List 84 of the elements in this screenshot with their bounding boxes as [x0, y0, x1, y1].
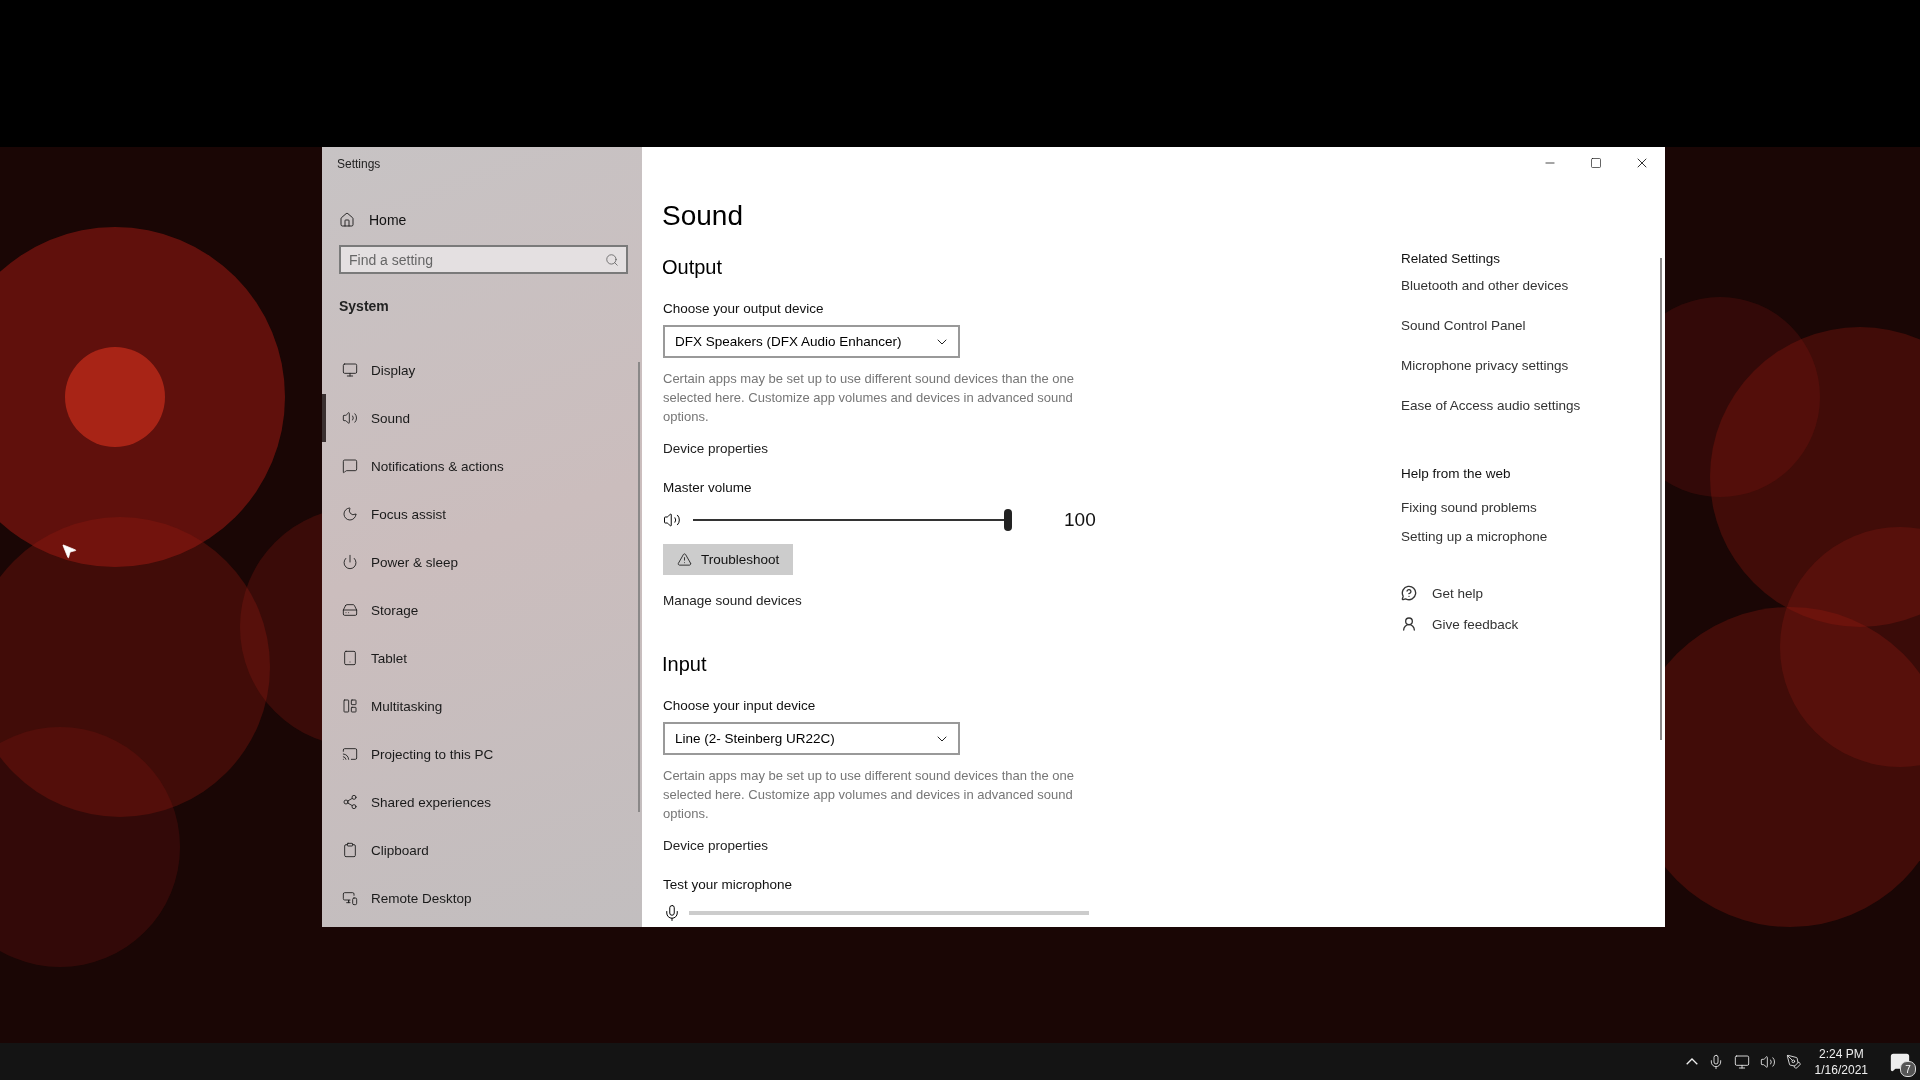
description-text: Certain apps may be set up to use different sound devices than the one selected here. Customize app volumes and devices in advanced sound options. [663, 767, 1075, 823]
nav-item[interactable]: Notifications & actions [322, 442, 642, 490]
network-icon [1733, 1053, 1750, 1070]
speaker-icon [342, 410, 358, 426]
pen-icon [1785, 1053, 1802, 1070]
moon-icon [342, 506, 358, 522]
nav-label: Projecting to this PC [371, 746, 494, 762]
warning-icon [677, 552, 692, 567]
support-link[interactable]: Get help [1401, 585, 1484, 601]
clock[interactable]: 2:24 PM 1/16/2021 [1814, 1045, 1868, 1078]
nav-item[interactable]: Tablet [322, 634, 642, 682]
nav-label: Remote Desktop [371, 890, 472, 906]
nav-label: Shared experiences [371, 794, 492, 810]
field-label: Choose your input device [663, 698, 816, 713]
nav-item[interactable]: Remote Desktop [322, 874, 642, 922]
help-link[interactable]: Setting up a microphone [1401, 528, 1548, 546]
nav-item[interactable]: Focus assist [322, 490, 642, 538]
help-heading: Help from the web [1401, 466, 1511, 481]
device-properties-link[interactable]: Device properties [663, 838, 769, 853]
nav-label: Display [371, 362, 416, 378]
section-heading: Input [662, 653, 707, 676]
support-link[interactable]: Give feedback [1401, 616, 1519, 632]
help-icon [1401, 585, 1417, 601]
output-device-dropdown[interactable]: DFX Speakers (DFX Audio Enhancer) [663, 325, 960, 358]
tablet-icon [342, 650, 358, 666]
help-link[interactable]: Fixing sound problems [1401, 499, 1537, 517]
share-icon [342, 794, 358, 810]
nav-item[interactable]: Projecting to this PC [322, 730, 642, 778]
nav-label: Notifications & actions [371, 458, 504, 474]
notification-icon [342, 458, 358, 474]
chevron-up-icon [1685, 1058, 1698, 1065]
maximize-icon [1590, 157, 1602, 169]
clipboard-icon [342, 842, 358, 858]
related-link[interactable]: Bluetooth and other devices [1401, 277, 1569, 295]
nav-label: Storage [371, 602, 419, 618]
home-icon [339, 212, 355, 228]
slider-thumb[interactable] [1004, 509, 1012, 531]
microphone-icon [663, 904, 681, 922]
field-label: Test your microphone [663, 877, 793, 892]
projector-icon [342, 746, 358, 762]
drive-icon [342, 602, 358, 618]
speaker-icon [663, 511, 681, 529]
clock-date: 1/16/2021 [1814, 1061, 1868, 1078]
clock-time: 2:24 PM [1818, 1045, 1864, 1062]
monitor-icon [342, 362, 358, 378]
nav-item[interactable]: Multitasking [322, 682, 642, 730]
input-device-dropdown[interactable]: Line (2- Steinberg UR22C) [663, 722, 960, 755]
manage-devices-link[interactable]: Manage sound devices [663, 593, 802, 608]
window-title: Settings [336, 156, 382, 173]
nav-item[interactable]: Shared experiences [322, 778, 642, 826]
related-link[interactable]: Ease of Access audio settings [1401, 397, 1581, 415]
search-field[interactable]: Find a setting [339, 245, 628, 274]
power-icon [342, 554, 358, 570]
home-link[interactable]: Home [339, 212, 407, 228]
search-icon [605, 253, 619, 267]
nav-label: Power & sleep [371, 554, 459, 570]
page-title: Sound [662, 200, 743, 232]
field-label: Choose your output device [663, 301, 824, 316]
section-heading: System [339, 298, 390, 314]
nav-item[interactable]: Storage [322, 586, 642, 634]
feedback-icon [1401, 616, 1417, 632]
description-text: Certain apps may be set up to use different sound devices than the one selected here. Customize app volumes and devices in advanced sound options. [663, 370, 1075, 426]
nav-item[interactable]: Power & sleep [322, 538, 642, 586]
related-link[interactable]: Sound Control Panel [1401, 317, 1526, 335]
cursor-icon [60, 542, 78, 560]
troubleshoot-button[interactable]: Troubleshoot [663, 544, 794, 575]
related-link[interactable]: Microphone privacy settings [1401, 357, 1569, 375]
notification-count: 7 [1900, 1061, 1916, 1077]
nav-label: Tablet [371, 650, 408, 666]
field-label: Master volume [663, 480, 752, 495]
device-properties-link[interactable]: Device properties [663, 441, 769, 456]
nav-label: Focus assist [371, 506, 447, 522]
section-heading: Output [662, 256, 723, 279]
volume-reading: 100 [1064, 509, 1096, 531]
related-heading: Related Settings [1401, 251, 1501, 266]
nav-item[interactable]: Clipboard [322, 826, 642, 874]
action-center-button[interactable]: 7 [1880, 1043, 1920, 1080]
remote-desktop-icon [342, 890, 358, 906]
speaker-icon [1759, 1053, 1776, 1070]
multitasking-icon [342, 698, 358, 714]
nav-item[interactable]: Display [322, 346, 642, 394]
nav-label: Sound [371, 410, 411, 426]
nav-label: Clipboard [371, 842, 429, 858]
nav-label: Multitasking [371, 698, 443, 714]
